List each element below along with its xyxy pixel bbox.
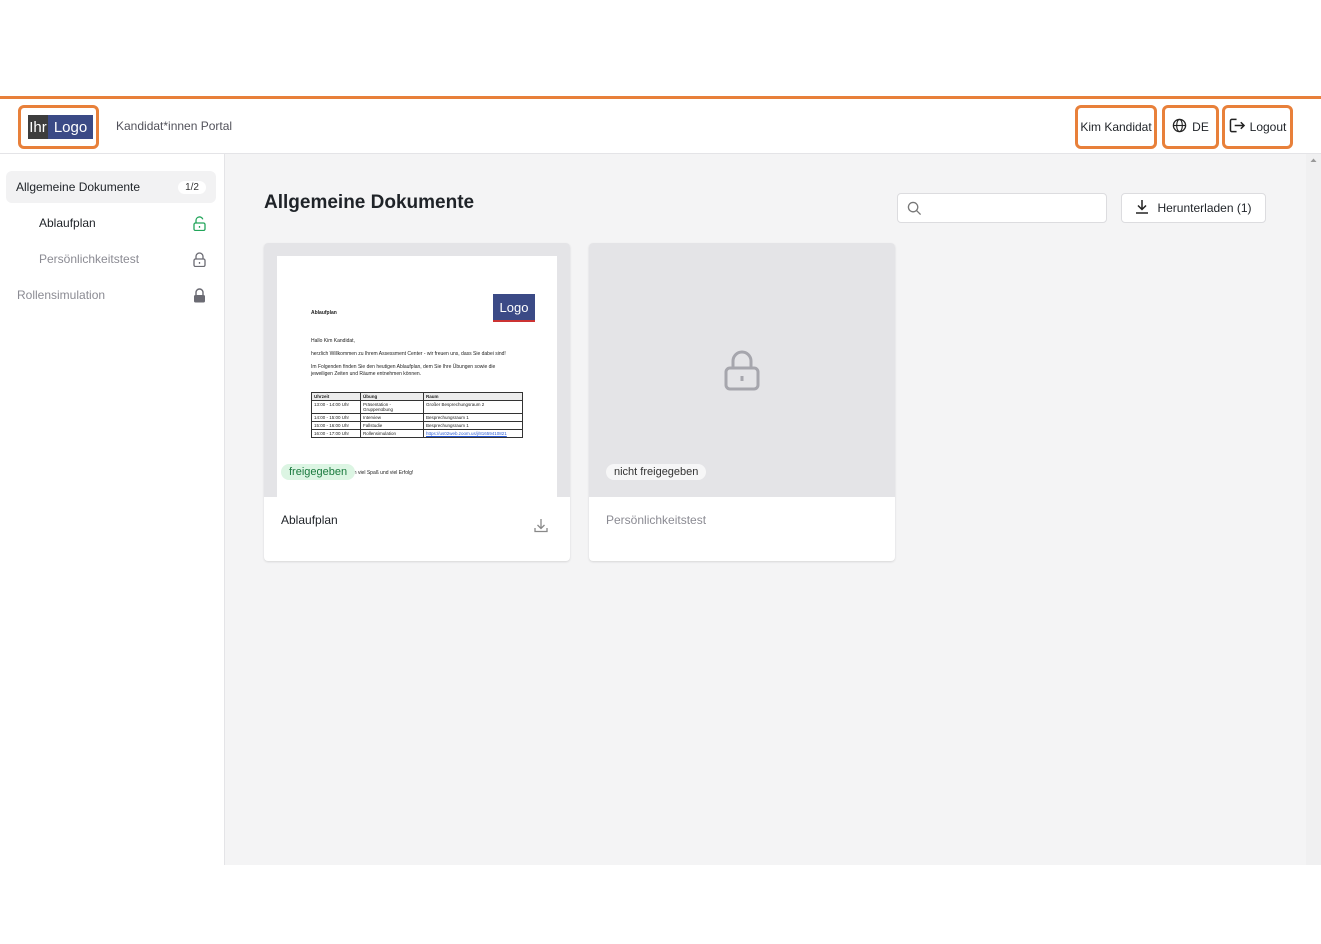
header: Ihr Logo Kandidat*innen Portal Kim Kandi… — [0, 99, 1321, 154]
table-cell: Besprechungsraum 1 — [423, 413, 523, 422]
card-title: Persönlichkeitstest — [606, 513, 707, 527]
table-cell: 14:00 - 15:00 Uhr — [311, 413, 361, 422]
user-name: Kim Kandidat — [1080, 120, 1152, 134]
language-label: DE — [1192, 120, 1209, 134]
sidebar-item-allgemeine-dokumente[interactable]: Allgemeine Dokumente 1/2 — [6, 171, 216, 203]
table-row: 16:00 - 17:00 Uhr Rollensimulation https… — [311, 429, 523, 438]
table-row: 15:00 - 16:00 Uhr Fallstudie Besprechung… — [311, 421, 523, 430]
sidebar-item-rollensimulation[interactable]: Rollensimulation — [6, 279, 216, 311]
table-header: Raum — [423, 392, 523, 401]
search-input[interactable] — [930, 198, 1102, 220]
download-icon — [1135, 199, 1149, 217]
doc-footer: en viel Spaß und viel Erfolg! — [351, 470, 414, 476]
download-label: Herunterladen (1) — [1157, 201, 1252, 215]
scroll-up-icon[interactable] — [1306, 154, 1321, 166]
logout-label: Logout — [1249, 120, 1287, 134]
lock-filled-icon — [192, 287, 206, 303]
logo-link[interactable]: Ihr Logo — [18, 105, 99, 149]
sidebar: Allgemeine Dokumente 1/2 Ablaufplan Pers… — [0, 154, 225, 865]
table-cell: Fallstudie — [360, 421, 424, 430]
logo-part1: Ihr — [28, 115, 48, 139]
download-icon[interactable] — [534, 518, 548, 538]
sidebar-item-label: Ablaufplan — [39, 216, 96, 230]
sidebar-item-label: Rollensimulation — [17, 288, 106, 302]
table-row: 13:00 - 14:00 Uhr Präsentation - Gruppen… — [311, 400, 523, 414]
search-field[interactable] — [897, 193, 1107, 223]
logout-icon — [1229, 118, 1246, 136]
sidebar-item-ablaufplan[interactable]: Ablaufplan — [6, 207, 216, 239]
card-title: Ablaufplan — [281, 513, 338, 527]
globe-icon — [1172, 118, 1187, 136]
document-card-ablaufplan[interactable]: Ablaufplan Logo Hallo Kim Kandidat, herz… — [264, 243, 570, 561]
table-cell: 15:00 - 16:00 Uhr — [311, 421, 361, 430]
table-header: Uhrzeit — [311, 392, 361, 401]
status-badge: nicht freigegeben — [606, 464, 707, 480]
user-menu[interactable]: Kim Kandidat — [1075, 105, 1157, 149]
document-preview-locked: nicht freigegeben — [589, 243, 895, 497]
table-cell: Besprechungsraum 1 — [423, 421, 523, 430]
table-cell: Großer Besprechungsraum 2 — [423, 400, 523, 414]
sidebar-item-label: Allgemeine Dokumente — [16, 180, 141, 194]
status-badge: freigegeben — [281, 464, 356, 480]
download-all-button[interactable]: Herunterladen (1) — [1121, 193, 1266, 223]
page-title: Allgemeine Dokumente — [264, 192, 475, 213]
search-icon — [907, 201, 922, 221]
document-page: Ablaufplan Logo Hallo Kim Kandidat, herz… — [277, 256, 557, 497]
table-cell: Interview — [360, 413, 424, 422]
schedule-table: Uhrzeit Übung Raum 13:00 - 14:00 Uhr Prä… — [311, 392, 523, 438]
unlocked-icon — [192, 215, 206, 231]
table-cell: Rollensimulation — [360, 429, 424, 438]
doc-logo: Logo — [493, 294, 535, 322]
document-card-persoenlichkeitstest[interactable]: nicht freigegeben Persönlichkeitstest — [589, 243, 895, 561]
logo: Ihr Logo — [28, 115, 93, 139]
doc-line1: herzlich Willkommen zu Ihrem Assessment … — [311, 351, 506, 357]
table-cell: 16:00 - 17:00 Uhr — [311, 429, 361, 438]
table-row: 14:00 - 15:00 Uhr Interview Besprechungs… — [311, 413, 523, 422]
scrollbar[interactable] — [1306, 154, 1321, 865]
logout-button[interactable]: Logout — [1222, 105, 1293, 149]
zoom-link[interactable]: https://us02web.zoom.us/j/81659410821 — [423, 429, 523, 438]
portal-title: Kandidat*innen Portal — [116, 119, 233, 133]
sidebar-item-persoenlichkeitstest[interactable]: Persönlichkeitstest — [6, 243, 216, 275]
logo-part2: Logo — [48, 115, 93, 139]
table-header: Übung — [360, 392, 424, 401]
doc-greeting: Hallo Kim Kandidat, — [311, 338, 355, 344]
document-preview: Ablaufplan Logo Hallo Kim Kandidat, herz… — [264, 243, 570, 497]
table-cell: 13:00 - 14:00 Uhr — [311, 400, 361, 414]
lock-outline-icon — [192, 251, 206, 267]
count-badge: 1/2 — [178, 180, 206, 194]
language-switcher[interactable]: DE — [1162, 105, 1219, 149]
sidebar-item-label: Persönlichkeitstest — [39, 252, 140, 266]
doc-heading: Ablaufplan — [311, 310, 337, 316]
doc-line2: Im Folgenden finden Sie den heutigen Abl… — [311, 364, 496, 377]
lock-icon — [724, 349, 760, 396]
table-cell: Präsentation - Gruppenübung — [360, 400, 424, 414]
